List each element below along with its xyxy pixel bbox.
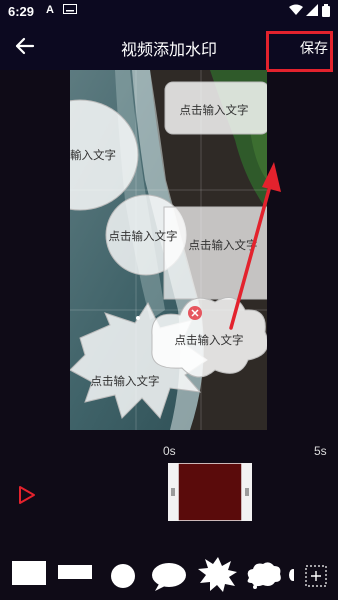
shape-rectangle-icon[interactable]	[11, 560, 47, 586]
play-icon[interactable]	[16, 484, 38, 506]
shape-bar-icon[interactable]	[58, 565, 92, 579]
watermark-text-2: 輸入文字	[70, 148, 116, 162]
watermark-text-4: 点击输入文字	[189, 238, 258, 252]
battery-icon	[322, 4, 330, 20]
shape-speech-bubble-icon[interactable]	[151, 562, 187, 592]
status-time: 6:29	[8, 4, 35, 19]
trim-handle-right[interactable]	[242, 463, 252, 521]
video-preview[interactable]: 点击输入文字 輸入文字 点击输入文字 点击输入文字 点击输入文字 点击输入文字	[70, 70, 267, 430]
watermark-layer: 点击输入文字 輸入文字 点击输入文字 点击输入文字 点击输入文字 点击输入文字	[70, 81, 267, 419]
shape-cloud-icon[interactable]	[243, 560, 283, 590]
resize-handle-icon[interactable]	[136, 316, 140, 320]
timeline-end-label: 5s	[314, 444, 327, 458]
shape-burst-icon[interactable]	[198, 556, 238, 592]
watermark-text-6: 点击输入文字	[91, 374, 160, 388]
watermark-text-3: 点击输入文字	[109, 229, 178, 243]
timeline: 0s 5s	[0, 440, 338, 530]
shape-toolbar	[0, 556, 338, 600]
save-button-highlight	[266, 31, 333, 72]
video-clip-track[interactable]	[168, 463, 252, 521]
trim-handle-left[interactable]	[168, 463, 178, 521]
watermark-text-5: 点击输入文字	[175, 333, 244, 347]
shape-circle-icon[interactable]	[110, 563, 136, 589]
status-bar: 6:29 A	[0, 0, 338, 24]
app-a-icon: A	[46, 4, 54, 16]
add-shape-icon[interactable]	[305, 565, 327, 587]
watermark-rectangle[interactable]	[163, 206, 267, 300]
keyboard-icon	[63, 4, 77, 17]
watermark-text-1: 点击输入文字	[180, 103, 249, 117]
shape-partial-icon[interactable]	[288, 568, 294, 582]
wifi-icon	[289, 4, 303, 19]
signal-icon	[306, 4, 318, 19]
timeline-start-label: 0s	[163, 444, 176, 458]
